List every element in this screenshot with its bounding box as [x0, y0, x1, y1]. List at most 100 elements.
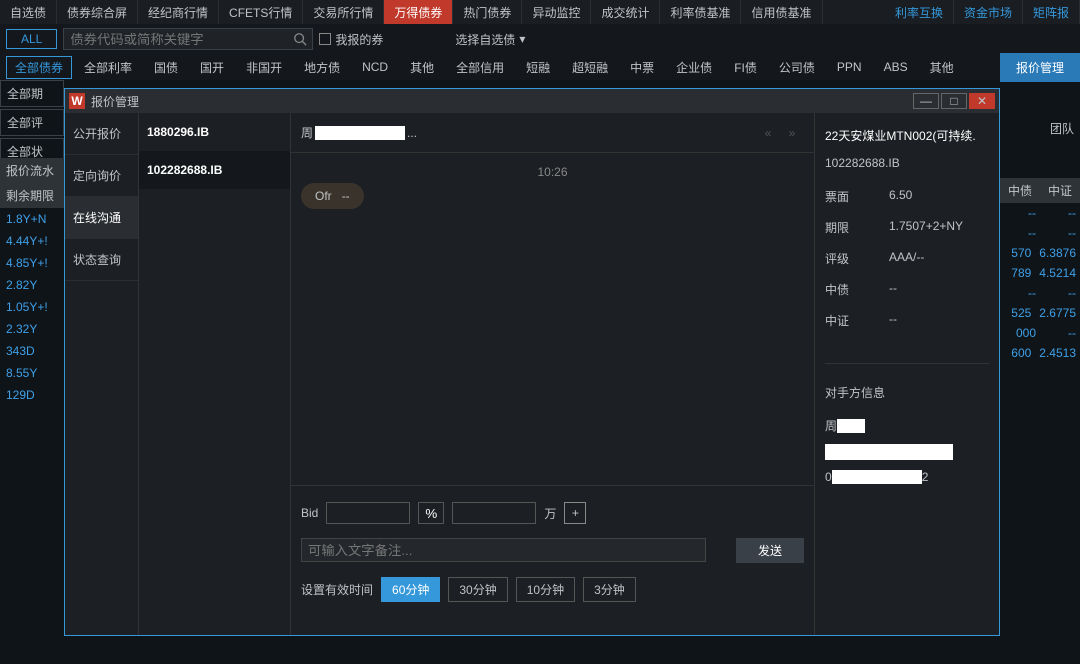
close-button[interactable]: ✕ [969, 93, 995, 109]
kv-value: 6.50 [889, 188, 912, 205]
tab-3[interactable]: CFETS行情 [219, 0, 303, 24]
cat-8[interactable]: 短融 [516, 57, 560, 78]
minimize-icon: — [920, 94, 932, 108]
cat-16[interactable]: 其他 [920, 57, 964, 78]
rcell: -- [1040, 223, 1080, 243]
modal-list: 1880296.IB 102282688.IB [139, 113, 291, 635]
right-columns: 中债 中证 ---- ---- 5706.3876 7894.5214 ----… [1000, 178, 1080, 363]
rcell: 6.3876 [1035, 243, 1080, 263]
cat-3[interactable]: 非国开 [236, 57, 292, 78]
team-label[interactable]: 团队 [1050, 120, 1074, 137]
cat-6[interactable]: 其他 [400, 57, 444, 78]
table-row[interactable]: 343D [0, 340, 70, 362]
table-row[interactable]: 4.44Y+! [0, 230, 70, 252]
my-quote-label: 我报的券 [335, 31, 383, 48]
left-btn-1[interactable]: 全部评 [0, 109, 64, 136]
modal-titlebar[interactable]: W 报价管理 — □ ✕ [65, 89, 999, 113]
bid-label: Bid [301, 506, 318, 520]
cat-7[interactable]: 全部信用 [446, 57, 514, 78]
add-button[interactable]: + [564, 502, 586, 524]
tab-0[interactable]: 自选债 [0, 0, 57, 24]
all-button[interactable]: ALL [6, 29, 57, 49]
list-item-1[interactable]: 102282688.IB [139, 151, 290, 189]
tab-5[interactable]: 万得债券 [384, 0, 453, 24]
cat-all[interactable]: 全部债券 [6, 56, 72, 79]
table-header-1: 剩余期限 [0, 183, 70, 208]
kv-label: 中证 [825, 312, 889, 329]
tab-10[interactable]: 信用债基准 [741, 0, 822, 24]
kv-label: 评级 [825, 250, 889, 267]
table-row[interactable]: 129D [0, 384, 70, 406]
table-row[interactable]: 2.32Y [0, 318, 70, 340]
top-right-1[interactable]: 资金市场 [954, 0, 1023, 24]
cat-11[interactable]: 企业债 [666, 57, 722, 78]
search-input[interactable] [63, 28, 313, 50]
tab-7[interactable]: 异动监控 [522, 0, 591, 24]
prev-arrow[interactable]: « [756, 121, 780, 145]
rcell: -- [1040, 323, 1080, 343]
rcell: 2.4513 [1035, 343, 1080, 363]
rcell: -- [1000, 223, 1040, 243]
top-right-0[interactable]: 利率互换 [885, 0, 954, 24]
tab-4[interactable]: 交易所行情 [303, 0, 384, 24]
close-icon: ✕ [977, 94, 987, 108]
redacted [832, 470, 922, 484]
chat-contact-name: 周 ... [301, 124, 417, 141]
fav-dropdown[interactable]: 选择自选债 ▾ [455, 31, 525, 48]
send-button[interactable]: 发送 [736, 538, 804, 563]
tab-6[interactable]: 热门债券 [453, 0, 522, 24]
nav-public-quote[interactable]: 公开报价 [65, 113, 138, 155]
cat-5[interactable]: NCD [352, 58, 398, 76]
table-row[interactable]: 1.05Y+! [0, 296, 70, 318]
percent-input[interactable] [418, 502, 444, 524]
kv-value: AAA/-- [889, 250, 924, 267]
table-row[interactable]: 2.82Y [0, 274, 70, 296]
cat-10[interactable]: 中票 [620, 57, 664, 78]
top-right-2[interactable]: 矩阵报 [1023, 0, 1080, 24]
list-item-0[interactable]: 1880296.IB [139, 113, 290, 151]
left-btn-0[interactable]: 全部期 [0, 80, 64, 107]
nav-online-chat[interactable]: 在线沟通 [65, 197, 138, 239]
chat-bubble: Ofr -- [301, 183, 364, 209]
tab-8[interactable]: 成交统计 [591, 0, 660, 24]
time-3[interactable]: 3分钟 [583, 577, 636, 602]
bid-amount-input[interactable] [452, 502, 536, 524]
rcell: -- [1000, 283, 1040, 303]
kv-label: 票面 [825, 188, 889, 205]
cat-1[interactable]: 国债 [144, 57, 188, 78]
rcell: 600 [1000, 343, 1035, 363]
filter-row: ALL 我报的券 选择自选债 ▾ [0, 24, 1080, 54]
search-icon [293, 32, 307, 46]
tab-9[interactable]: 利率债基准 [660, 0, 741, 24]
separator [825, 363, 989, 364]
cat-0[interactable]: 全部利率 [74, 57, 142, 78]
maximize-button[interactable]: □ [941, 93, 967, 109]
minimize-button[interactable]: — [913, 93, 939, 109]
redacted [825, 444, 953, 460]
next-arrow[interactable]: » [780, 121, 804, 145]
bid-price-input[interactable] [326, 502, 410, 524]
nav-status[interactable]: 状态查询 [65, 239, 138, 281]
tab-2[interactable]: 经纪商行情 [138, 0, 219, 24]
valid-time-label: 设置有效时间 [301, 581, 373, 598]
time-60[interactable]: 60分钟 [381, 577, 440, 602]
cat-12[interactable]: FI债 [724, 57, 767, 78]
tab-1[interactable]: 债券综合屏 [57, 0, 138, 24]
quote-mgmt-button[interactable]: 报价管理 [1000, 53, 1080, 82]
time-10[interactable]: 10分钟 [516, 577, 575, 602]
cat-2[interactable]: 国开 [190, 57, 234, 78]
cat-13[interactable]: 公司债 [769, 57, 825, 78]
table-row[interactable]: 4.85Y+! [0, 252, 70, 274]
nav-inquiry[interactable]: 定向询价 [65, 155, 138, 197]
cat-15[interactable]: ABS [874, 58, 918, 76]
chat-body[interactable]: 10:26 Ofr -- [291, 153, 814, 485]
my-quote-checkbox[interactable]: 我报的券 [319, 31, 383, 48]
remark-input[interactable] [301, 538, 706, 562]
table-row[interactable]: 8.55Y [0, 362, 70, 384]
table-row[interactable]: 1.8Y+N [0, 208, 70, 230]
cat-4[interactable]: 地方债 [294, 57, 350, 78]
time-30[interactable]: 30分钟 [448, 577, 507, 602]
cat-14[interactable]: PPN [827, 58, 872, 76]
cat-9[interactable]: 超短融 [562, 57, 618, 78]
chat-input-area: Bid 万 + 发送 设置有效时间 60分钟 30分钟 10分钟 3分钟 [291, 485, 814, 635]
